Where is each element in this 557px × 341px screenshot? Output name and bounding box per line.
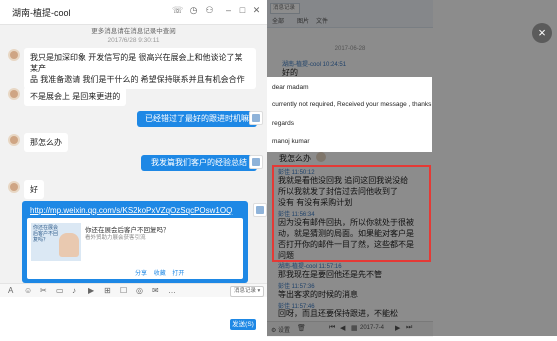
avatar[interactable] (8, 181, 20, 193)
minimize-icon[interactable]: – (223, 5, 234, 16)
overlay-close-button[interactable]: × (532, 23, 552, 43)
message-bubble-out-2: 我发篇我们客户的经验总结 (141, 155, 257, 171)
favorite-action[interactable]: 收藏 (154, 271, 166, 277)
clock-icon[interactable]: ◷ (188, 5, 199, 16)
message-text: 那怎么办 (30, 138, 62, 147)
message-history-button[interactable]: 消息记录 ▾ (230, 286, 265, 297)
my-avatar[interactable] (249, 155, 263, 169)
email-signature: manoj kumar (272, 138, 310, 145)
message-text: 品 我准备邀请 我们是干什么的 希望保持联系并且有机会合作 (30, 75, 245, 84)
preview-thumbnail: 你还在展会后客户不回复吗？ (31, 223, 81, 261)
title-bar: 湖南-植提-cool ☏ ◷ ⚇ – □ ✕ (0, 0, 267, 25)
email-greeting: dear madam (272, 84, 309, 91)
message-bubble-3: 那怎么办 (24, 133, 68, 152)
close-icon[interactable]: ✕ (251, 5, 262, 16)
avatar[interactable] (8, 88, 20, 100)
message-bubble-4: 好 (24, 180, 44, 199)
input-toolbar: A ☺ ✂ ▭ ♪ ▶ ⊞ ☐ ◎ ✉ … 消息记录 ▾ (0, 283, 267, 298)
preview-description: 看外贸助力展会获客引流 (85, 235, 146, 241)
message-text: 好 (30, 185, 38, 194)
share-action[interactable]: 分享 (135, 271, 147, 277)
mail-icon[interactable]: ✉ (152, 286, 159, 295)
file-icon[interactable]: ☐ (120, 286, 127, 295)
message-text: 我发篇我们客户的经验总结 (151, 158, 247, 167)
phone-icon[interactable]: ☏ (172, 5, 183, 16)
message-bubble-1: 我只是加深印象 开发信写的是 很高兴在展会上和他谈论了某某产 品 我准备邀请 我… (24, 48, 256, 89)
timestamp: 2017/6/28 9:30:11 (107, 37, 160, 44)
image-icon[interactable]: ⊞ (104, 286, 111, 295)
email-body: currently not required, Received your me… (272, 101, 432, 108)
preview-actions: 分享 收藏 打开 (135, 268, 189, 277)
font-icon[interactable]: A (8, 286, 13, 295)
message-bubble-out-1: 已经错过了最好的跟进时机嘛 (137, 111, 257, 127)
link-preview[interactable]: 你还在展会后客户不回复吗？ 你还在展会后客户不回复吗？ 看外贸助力展会获客引流 … (27, 218, 243, 279)
message-text: 我只是加深印象 开发信写的是 很高兴在展会上和他谈论了某某产 (30, 53, 243, 73)
send-button[interactable]: 发送(S) ▾ (230, 319, 256, 339)
highlight-box (272, 165, 431, 262)
thumbnail-image (59, 233, 79, 257)
more-icon[interactable]: … (168, 286, 176, 295)
thumbnail-caption: 你还在展会后客户不回复吗？ (33, 225, 59, 243)
music-icon[interactable]: ♪ (72, 286, 76, 295)
message-text: 不是展会上 是回来更进的 (30, 92, 121, 101)
screenshot-icon[interactable]: ▭ (56, 286, 64, 295)
maximize-icon[interactable]: □ (237, 5, 248, 16)
user-add-icon[interactable]: ⚇ (204, 5, 215, 16)
message-text: 已经错过了最好的跟进时机嘛 (145, 114, 249, 123)
window-title: 湖南-植提-cool (12, 8, 71, 18)
location-icon[interactable]: ◎ (136, 286, 143, 295)
message-input[interactable] (0, 297, 267, 336)
my-avatar[interactable] (249, 111, 263, 125)
avatar[interactable] (8, 134, 20, 146)
my-avatar[interactable] (253, 203, 267, 217)
history-link[interactable]: 更多消息请在消息记录中查阅 (0, 25, 267, 35)
shared-link-card[interactable]: http://mp.weixin.qq.com/s/KS2koPxVZqOzSq… (22, 201, 248, 283)
message-bubble-2: 不是展会上 是回来更进的 (24, 87, 127, 106)
email-closing: regards (272, 120, 295, 127)
video-icon[interactable]: ▶ (88, 286, 94, 295)
shared-link-url[interactable]: http://mp.weixin.qq.com/s/KS2koPxVZqOzSq… (30, 206, 232, 215)
open-action[interactable]: 打开 (172, 271, 184, 277)
email-preview: dear madam currently not required, Recei… (267, 77, 432, 152)
scissors-icon[interactable]: ✂ (40, 286, 47, 295)
emoji-icon[interactable]: ☺ (24, 286, 32, 295)
